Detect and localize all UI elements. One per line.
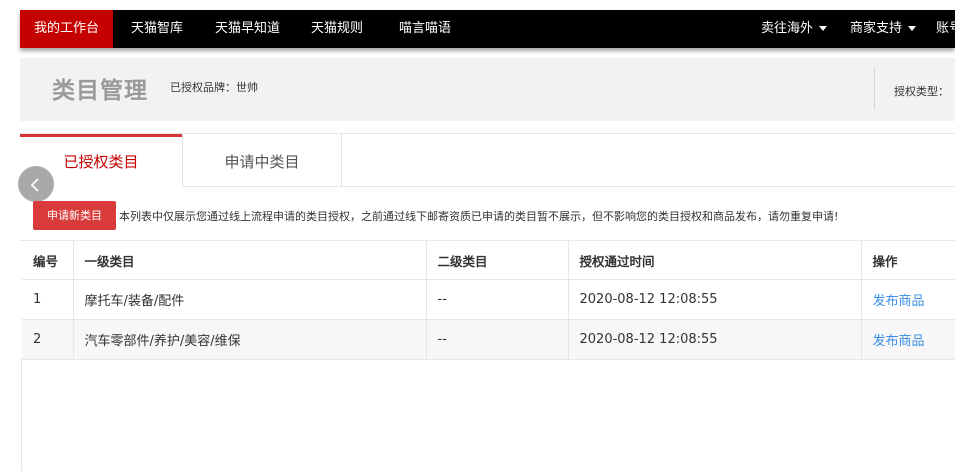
tab-pending-categories[interactable]: 申请中类目	[182, 134, 342, 186]
column-header-action: 操作	[861, 241, 955, 280]
top-bar: 我的工作台 天猫智库 天猫早知道 天猫规则 喵言喵语 卖往海外 商家支持 账号	[0, 0, 955, 51]
table-header-row: 编号 一级类目 二级类目 授权通过时间 操作	[22, 241, 955, 280]
nav-item-tmall-rules[interactable]: 天猫规则	[311, 10, 363, 48]
cell-id: 1	[22, 279, 74, 320]
cell-action: 发布商品	[861, 319, 955, 360]
tab-bar: 已授权类目 申请中类目	[20, 133, 955, 187]
chevron-down-icon	[908, 26, 917, 31]
nav-item-merchant-support[interactable]: 商家支持	[850, 10, 917, 48]
notice-text: 本列表中仅展示您通过线上流程申请的类目授权，之前通过线下邮寄资质已申请的类目暂不…	[119, 210, 839, 223]
column-header-auth-time: 授权通过时间	[568, 241, 862, 280]
authorized-brand: 已授权品牌：世帅	[170, 81, 258, 94]
cell-action: 发布商品	[861, 279, 955, 320]
cell-category-2: --	[426, 279, 569, 320]
nav-item-tmall-early-know[interactable]: 天猫早知道	[215, 10, 280, 48]
chevron-down-icon	[819, 26, 828, 31]
cell-category-1: 摩托车/装备/配件	[73, 279, 427, 320]
cell-category-2: --	[426, 319, 569, 360]
column-header-category-2: 二级类目	[426, 241, 569, 280]
column-header-category-1: 一级类目	[73, 241, 427, 280]
nav-item-sell-overseas-label: 卖往海外	[761, 21, 814, 36]
nav-item-miao-yan[interactable]: 喵言喵语	[399, 10, 451, 48]
nav-item-sell-overseas[interactable]: 卖往海外	[761, 10, 828, 48]
column-header-id: 编号	[22, 241, 74, 280]
chevron-left-icon	[29, 171, 43, 195]
content-left-border	[21, 358, 22, 471]
header-divider	[874, 68, 875, 110]
authorization-type: 授权类型：	[894, 85, 949, 98]
publish-product-link[interactable]: 发布商品	[873, 294, 925, 309]
apply-new-category-button[interactable]: 申请新类目	[33, 201, 116, 230]
table-row: 1 摩托车/装备/配件 -- 2020-08-12 12:08:55 发布商品	[22, 279, 955, 320]
nav-item-tmall-zhiku[interactable]: 天猫智库	[131, 10, 183, 48]
nav-item-workbench[interactable]: 我的工作台	[20, 10, 113, 48]
cell-id: 2	[22, 319, 74, 360]
page-title: 类目管理	[52, 78, 148, 104]
cell-category-1: 汽车零部件/养护/美容/维保	[73, 319, 427, 360]
page-header: 类目管理 已授权品牌：世帅 授权类型：	[20, 58, 955, 121]
publish-product-link[interactable]: 发布商品	[873, 334, 925, 349]
category-table: 编号 一级类目 二级类目 授权通过时间 操作 1 摩托车/装备/配件 -- 20…	[22, 241, 955, 360]
table-row: 2 汽车零部件/养护/美容/维保 -- 2020-08-12 12:08:55 …	[22, 319, 955, 360]
cell-auth-time: 2020-08-12 12:08:55	[568, 279, 862, 320]
main-nav: 我的工作台 天猫智库 天猫早知道 天猫规则 喵言喵语 卖往海外 商家支持 账号	[20, 10, 955, 48]
nav-item-account[interactable]: 账号	[936, 10, 955, 48]
nav-item-merchant-support-label: 商家支持	[850, 21, 903, 36]
back-button[interactable]	[18, 166, 54, 202]
cell-auth-time: 2020-08-12 12:08:55	[568, 319, 862, 360]
